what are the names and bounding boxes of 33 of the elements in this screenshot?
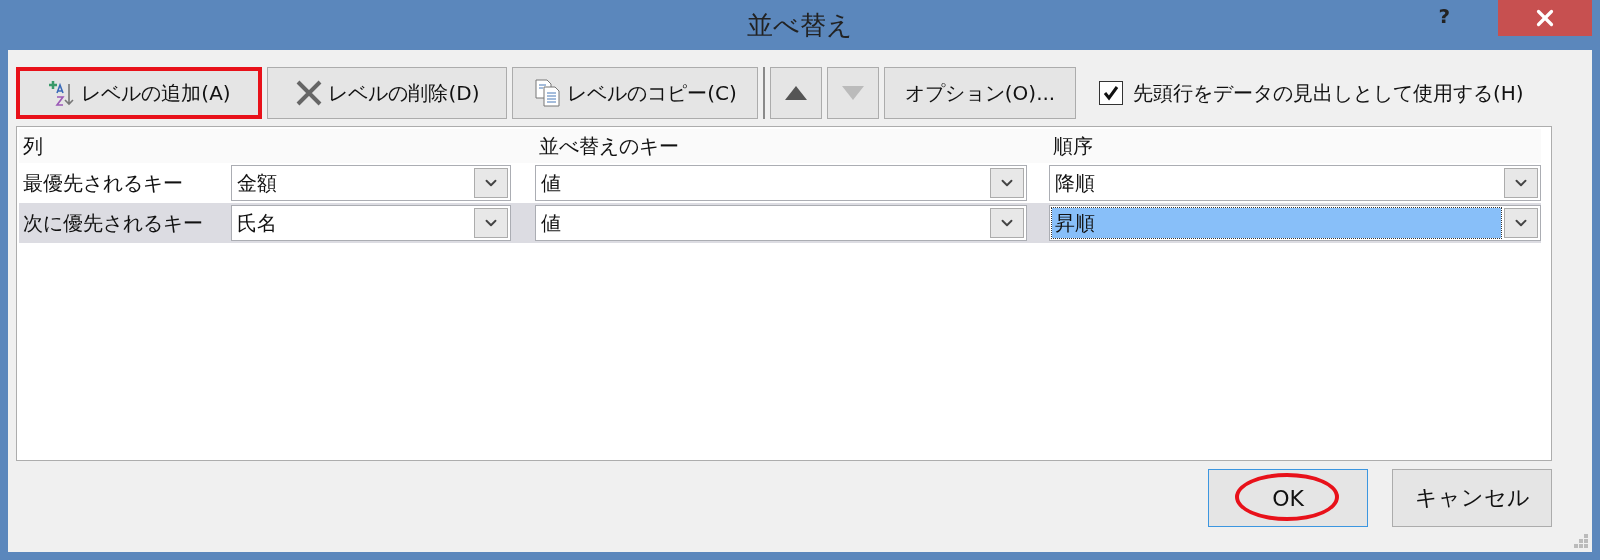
down-triangle-icon	[842, 86, 864, 100]
column-header: 順序	[1049, 129, 1541, 163]
cancel-button[interactable]: キャンセル	[1392, 469, 1552, 527]
dropdown-button[interactable]	[990, 208, 1024, 238]
copy-level-button[interactable]: レベルのコピー(C)	[512, 67, 758, 119]
dropdown-button[interactable]	[990, 168, 1024, 198]
dropdown-field[interactable]: 値	[535, 165, 1027, 201]
column-header: 並べ替えのキー	[535, 129, 1049, 163]
delete-level-button[interactable]: レベルの削除(D)	[267, 67, 507, 119]
up-triangle-icon	[785, 86, 807, 100]
dropdown-button[interactable]	[474, 208, 508, 238]
dropdown-field[interactable]: 値	[535, 205, 1027, 241]
dropdown-field[interactable]: 氏名	[231, 205, 511, 241]
dropdown-field[interactable]: 金額	[231, 165, 511, 201]
dropdown-field[interactable]: 降順	[1049, 165, 1541, 201]
resize-grip-icon[interactable]	[1574, 534, 1588, 548]
row-label: 最優先されるキー	[22, 169, 184, 197]
help-button[interactable]: ?	[1438, 4, 1450, 28]
options-button[interactable]: オプション(O)...	[884, 67, 1076, 119]
dropdown-button[interactable]	[474, 168, 508, 198]
checkbox[interactable]	[1099, 81, 1123, 105]
dropdown-button[interactable]	[1504, 208, 1538, 238]
checkbox-label: 先頭行をデータの見出しとして使用する(H)	[1133, 79, 1524, 107]
add-level-button[interactable]: レベルの追加(A)	[16, 67, 262, 119]
sort-level-row[interactable]: 次に優先されるキー 氏名 値 昇順	[19, 203, 1541, 243]
move-up-button[interactable]	[770, 67, 822, 119]
column-header: 列	[19, 129, 535, 163]
row-label: 次に優先されるキー	[22, 209, 204, 237]
dropdown-button[interactable]	[1504, 168, 1538, 198]
window-title: 並べ替え	[747, 8, 853, 42]
close-button[interactable]	[1498, 0, 1592, 36]
ok-button[interactable]: OK	[1208, 469, 1368, 527]
dropdown-field[interactable]: 昇順	[1049, 205, 1541, 241]
